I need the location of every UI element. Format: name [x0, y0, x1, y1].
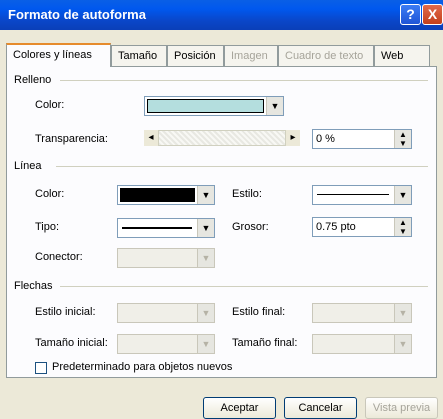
tamano-inicial-dropdown[interactable]: ▼	[117, 334, 215, 354]
fill-color-swatch	[147, 99, 264, 113]
cancelar-button[interactable]: Cancelar	[284, 397, 357, 419]
tab-posicion[interactable]: Posición	[167, 45, 224, 66]
estilo-final-label: Estilo final:	[232, 306, 286, 318]
tamano-inicial-label: Tamaño inicial:	[35, 337, 108, 349]
flechas-heading: Flechas	[14, 280, 53, 292]
conector-dropdown[interactable]: ▼	[117, 248, 215, 268]
chevron-down-icon: ▼	[197, 219, 214, 237]
line-color-swatch	[120, 188, 195, 202]
tipo-label: Tipo:	[35, 221, 60, 233]
transparencia-label: Transparencia:	[35, 133, 108, 145]
tab-colores-y-lineas[interactable]: Colores y líneas	[6, 43, 111, 67]
relleno-separator	[60, 80, 428, 81]
linea-color-dropdown[interactable]: ▼	[117, 185, 215, 205]
help-button[interactable]: ?	[400, 4, 421, 25]
relleno-color-dropdown[interactable]: ▼	[144, 96, 284, 116]
linea-color-label: Color:	[35, 188, 65, 200]
relleno-color-label: Color:	[35, 99, 65, 111]
slider-right-arrow-icon[interactable]: ▸	[286, 130, 300, 146]
transparencia-input[interactable]: 0 % ▲ ▼	[312, 129, 412, 149]
chevron-down-icon: ▼	[197, 249, 214, 267]
predeterminado-label: Predeterminado para objetos nuevos	[52, 361, 233, 373]
tamano-final-label: Tamaño final:	[232, 337, 298, 349]
linea-separator	[56, 166, 428, 167]
tab-web[interactable]: Web	[374, 45, 430, 66]
estilo-inicial-dropdown[interactable]: ▼	[117, 303, 215, 323]
estilo-label: Estilo:	[232, 188, 262, 200]
estilo-final-dropdown[interactable]: ▼	[312, 303, 412, 323]
line-style-preview	[317, 194, 389, 195]
estilo-dropdown[interactable]: ▼	[312, 185, 412, 205]
line-type-preview	[122, 227, 192, 229]
vista-previa-button[interactable]: Vista previa	[365, 397, 438, 419]
chevron-down-icon: ▼	[197, 186, 214, 204]
grosor-input[interactable]: 0.75 pto ▲ ▼	[312, 217, 412, 237]
tab-imagen[interactable]: Imagen	[224, 45, 278, 66]
linea-heading: Línea	[14, 160, 42, 172]
tab-tamano[interactable]: Tamaño	[111, 45, 167, 66]
tab-cuadro-de-texto[interactable]: Cuadro de texto	[278, 45, 374, 66]
chevron-down-icon: ▼	[197, 304, 214, 322]
close-button[interactable]: X	[422, 4, 443, 25]
chevron-down-icon: ▼	[266, 97, 283, 115]
transparencia-slider[interactable]	[158, 130, 286, 146]
grosor-value: 0.75 pto	[316, 221, 356, 233]
aceptar-button[interactable]: Aceptar	[203, 397, 276, 419]
flechas-separator	[60, 286, 428, 287]
relleno-heading: Relleno	[14, 74, 52, 86]
predeterminado-checkbox[interactable]	[35, 362, 47, 374]
spinner-icon[interactable]: ▲ ▼	[394, 130, 411, 148]
spinner-icon[interactable]: ▲ ▼	[394, 218, 411, 236]
estilo-inicial-label: Estilo inicial:	[35, 306, 96, 318]
conector-label: Conector:	[35, 251, 83, 263]
chevron-down-icon: ▼	[197, 335, 214, 353]
tamano-final-dropdown[interactable]: ▼	[312, 334, 412, 354]
window-title: Formato de autoforma	[8, 7, 146, 22]
chevron-down-icon: ▼	[394, 186, 411, 204]
grosor-label: Grosor:	[232, 221, 269, 233]
tipo-dropdown[interactable]: ▼	[117, 218, 215, 238]
chevron-down-icon: ▼	[394, 335, 411, 353]
slider-left-arrow-icon[interactable]: ◂	[144, 130, 158, 146]
transparencia-value: 0 %	[316, 133, 335, 145]
chevron-down-icon: ▼	[394, 304, 411, 322]
